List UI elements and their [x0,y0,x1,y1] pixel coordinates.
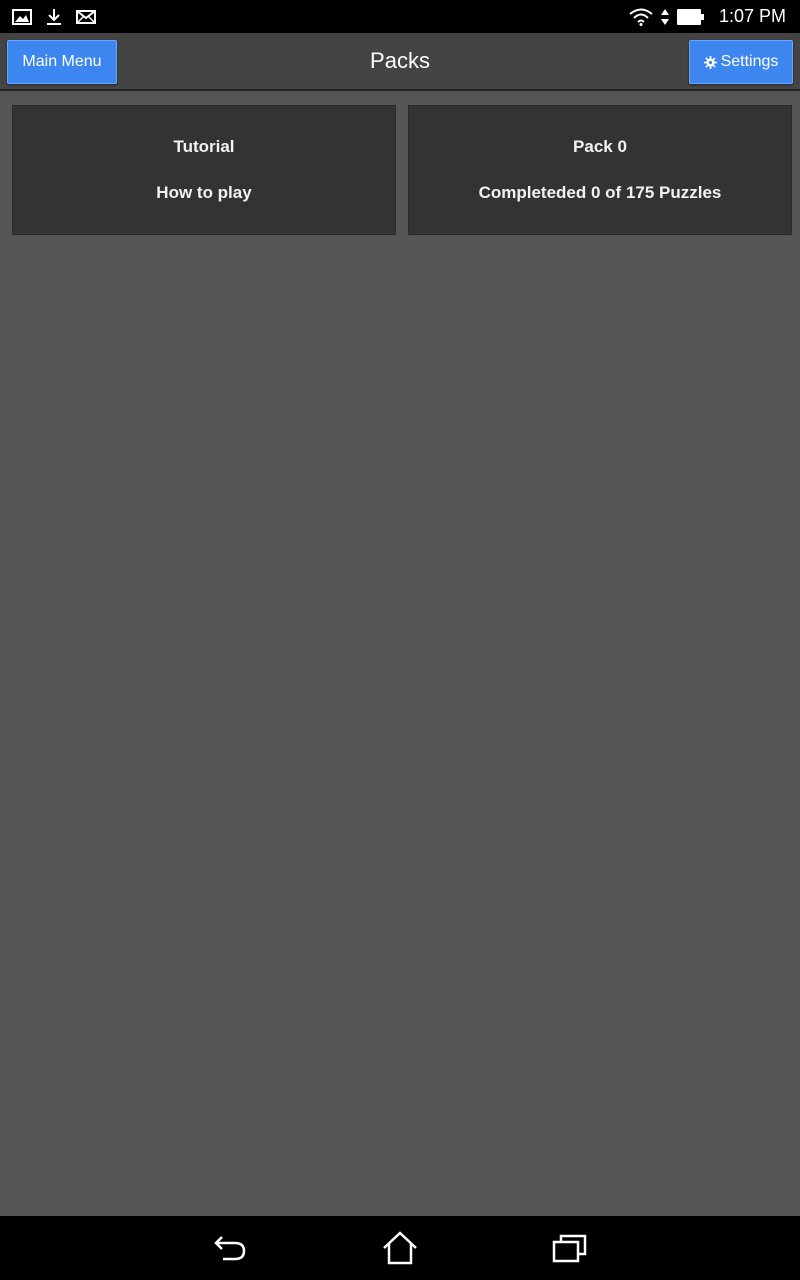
pack-subtitle: How to play [156,183,252,202]
wifi-icon [629,8,653,26]
main-menu-label: Main Menu [22,53,102,70]
pack-card-tutorial[interactable]: Tutorial How to play [12,105,396,235]
back-icon[interactable] [210,1228,250,1268]
status-bar: 1:07 PM [0,0,800,33]
settings-button[interactable]: Settings [689,40,793,84]
pack-card-pack-0[interactable]: Pack 0 Completeded 0 of 175 Puzzles [408,105,792,235]
status-right: 1:07 PM [629,6,786,27]
status-left [12,8,96,26]
pack-title: Tutorial [173,137,235,156]
pack-title: Pack 0 [573,137,627,156]
main-menu-button[interactable]: Main Menu [7,40,117,84]
recent-apps-icon[interactable] [550,1228,590,1268]
settings-label: Settings [720,53,779,70]
battery-icon [676,8,705,25]
navigation-bar [0,1216,800,1280]
mail-icon [76,9,96,24]
pack-subtitle: Completeded 0 of 175 Puzzles [478,183,722,202]
home-icon[interactable] [380,1228,420,1268]
gear-icon [703,55,717,69]
app-header: Main Menu Packs Settings [0,33,800,91]
status-time: 1:07 PM [718,6,786,26]
pack-list: Tutorial How to play Pack 0 Completeded … [12,105,792,235]
page-title: Packs [370,48,430,73]
download-icon [46,8,62,26]
gallery-icon [12,8,32,25]
data-arrows-icon [660,8,669,25]
